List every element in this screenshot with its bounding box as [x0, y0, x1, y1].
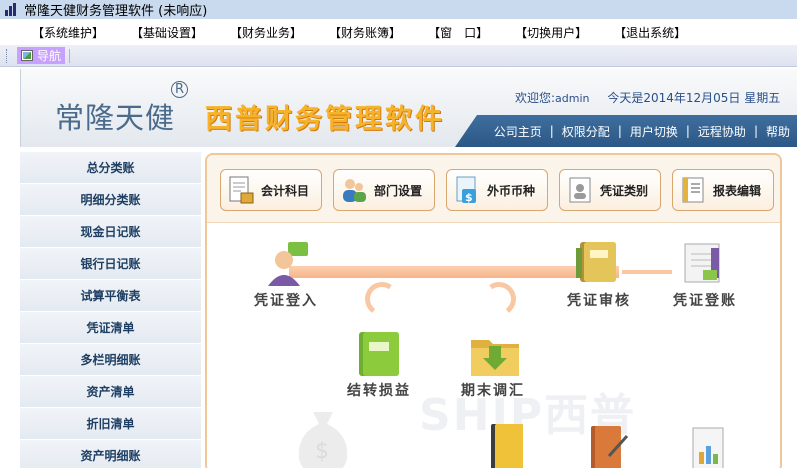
ledger-book-icon[interactable] — [487, 422, 527, 468]
link-permissions[interactable]: 权限分配 — [562, 123, 610, 140]
voucher-type-button[interactable]: 凭证类别 — [559, 169, 661, 211]
edit-book-icon[interactable] — [587, 422, 631, 468]
link-separator: | — [685, 124, 690, 138]
header-links: 公司主页 | 权限分配 | 用户切换 | 远程协助 | 帮助 — [455, 115, 797, 147]
voucher-post-label[interactable]: 凭证登账 — [673, 290, 737, 310]
voucher-audit-icon[interactable] — [572, 238, 624, 289]
department-button-label: 部门设置 — [374, 183, 423, 198]
period-end-adjust-icon[interactable] — [469, 330, 521, 381]
svg-text:$: $ — [315, 439, 329, 464]
menu-finance-business[interactable]: 【财务业务】 — [230, 24, 302, 41]
header-banner: 常隆天健 R 西普财务管理软件 欢迎您:admin 今天是2014年12月05日… — [20, 69, 797, 147]
voucher-entry-icon[interactable] — [262, 240, 314, 291]
welcome-text: 欢迎您:admin 今天是2014年12月05日 星期五 — [515, 89, 780, 106]
currency-button[interactable]: $ 外币币种 — [446, 169, 548, 211]
sidebar-item-multicolumn-ledger[interactable]: 多栏明细账 — [20, 344, 201, 376]
period-end-adjust-label[interactable]: 期末调汇 — [461, 380, 525, 400]
menu-basic-settings[interactable]: 【基础设置】 — [131, 24, 203, 41]
link-remote-assist[interactable]: 远程协助 — [698, 123, 746, 140]
product-name: 西普财务管理软件 — [205, 104, 445, 135]
arrow-arc-icon — [479, 279, 519, 319]
link-separator: | — [617, 124, 622, 138]
menu-exit-system[interactable]: 【退出系统】 — [614, 24, 686, 41]
people-icon — [340, 175, 368, 205]
arrow-arc-icon — [362, 279, 402, 319]
menu-switch-user[interactable]: 【切换用户】 — [515, 24, 587, 41]
app-icon — [4, 2, 18, 17]
workflow-connector — [289, 266, 619, 278]
voucher-entry-label[interactable]: 凭证登入 — [254, 290, 318, 310]
link-separator: | — [549, 124, 554, 138]
ledger-document-icon — [227, 175, 255, 205]
menu-finance-books[interactable]: 【财务账簿】 — [329, 24, 401, 41]
currency-button-label: 外币币种 — [487, 183, 536, 198]
left-strip — [0, 67, 20, 468]
voucher-type-button-label: 凭证类别 — [600, 183, 649, 198]
accounts-button-label: 会计科目 — [261, 183, 310, 198]
department-button[interactable]: 部门设置 — [333, 169, 435, 211]
report-edit-button-label: 报表编辑 — [713, 183, 762, 198]
toolbar-grip[interactable] — [6, 48, 9, 63]
sidebar-item-general-ledger[interactable]: 总分类账 — [20, 152, 201, 184]
transfer-profit-loss-label[interactable]: 结转损益 — [347, 380, 411, 400]
menu-window[interactable]: 【窗 口】 — [428, 24, 488, 41]
money-bag-icon: $ — [293, 404, 353, 468]
sidebar-item-asset-ledger[interactable]: 资产明细账 — [20, 440, 201, 468]
nav-button[interactable]: 导航 — [17, 47, 66, 64]
transfer-profit-loss-icon[interactable] — [355, 330, 407, 381]
voucher-post-icon[interactable] — [681, 240, 733, 291]
sidebar-item-asset-list[interactable]: 资产清单 — [20, 376, 201, 408]
workflow-connector — [622, 270, 672, 274]
sidebar-item-bank-journal[interactable]: 银行日记账 — [20, 248, 201, 280]
sidebar-item-depreciation-list[interactable]: 折旧清单 — [20, 408, 201, 440]
accounts-button[interactable]: 会计科目 — [220, 169, 322, 211]
link-separator: | — [753, 124, 758, 138]
currency-document-icon: $ — [453, 175, 481, 205]
report-book-icon — [679, 175, 707, 205]
window-title: 常隆天健财务管理软件 (未响应) — [24, 4, 208, 19]
sidebar-item-subsidiary-ledger[interactable]: 明细分类账 — [20, 184, 201, 216]
voucher-card-icon — [566, 175, 594, 205]
link-help[interactable]: 帮助 — [766, 123, 790, 140]
link-company-home[interactable]: 公司主页 — [494, 123, 542, 140]
sidebar-item-cash-journal[interactable]: 现金日记账 — [20, 216, 201, 248]
menu-bar: 【系统维护】 【基础设置】 【财务业务】 【财务账簿】 【窗 口】 【切换用户】… — [0, 19, 797, 45]
sidebar-item-voucher-list[interactable]: 凭证清单 — [20, 312, 201, 344]
current-date: 今天是2014年12月05日 星期五 — [607, 91, 781, 105]
current-user: admin — [555, 92, 590, 105]
report-chart-icon[interactable] — [689, 422, 729, 468]
menu-system-maintenance[interactable]: 【系统维护】 — [32, 24, 104, 41]
voucher-audit-label[interactable]: 凭证审核 — [567, 290, 631, 310]
toolbar-separator — [69, 48, 71, 63]
nav-button-label: 导航 — [37, 49, 62, 63]
welcome-label: 欢迎您: — [515, 91, 556, 105]
sidebar-item-trial-balance[interactable]: 试算平衡表 — [20, 280, 201, 312]
link-switch-user[interactable]: 用户切换 — [630, 123, 678, 140]
nav-toolbar: 导航 — [0, 45, 797, 67]
workflow-area: SHIP西普 凭证登入 凭证审核 凭证登账 结转损益 期末调汇 $ — [207, 224, 780, 468]
title-bar: 常隆天健财务管理软件 (未响应) — [0, 0, 797, 19]
sidebar: 总分类账 明细分类账 现金日记账 银行日记账 试算平衡表 凭证清单 多栏明细账 … — [20, 152, 201, 468]
quick-toolbar: 会计科目 部门设置 $ 外币币种 凭证类别 报表编辑 — [207, 155, 780, 223]
image-icon — [21, 50, 33, 61]
svg-text:$: $ — [465, 191, 473, 204]
report-edit-button[interactable]: 报表编辑 — [672, 169, 774, 211]
brand-name: 常隆天健 — [55, 101, 176, 135]
main-panel: 会计科目 部门设置 $ 外币币种 凭证类别 报表编辑 SHIP西普 凭证登入 凭… — [205, 153, 782, 468]
registered-mark: R — [171, 81, 188, 98]
